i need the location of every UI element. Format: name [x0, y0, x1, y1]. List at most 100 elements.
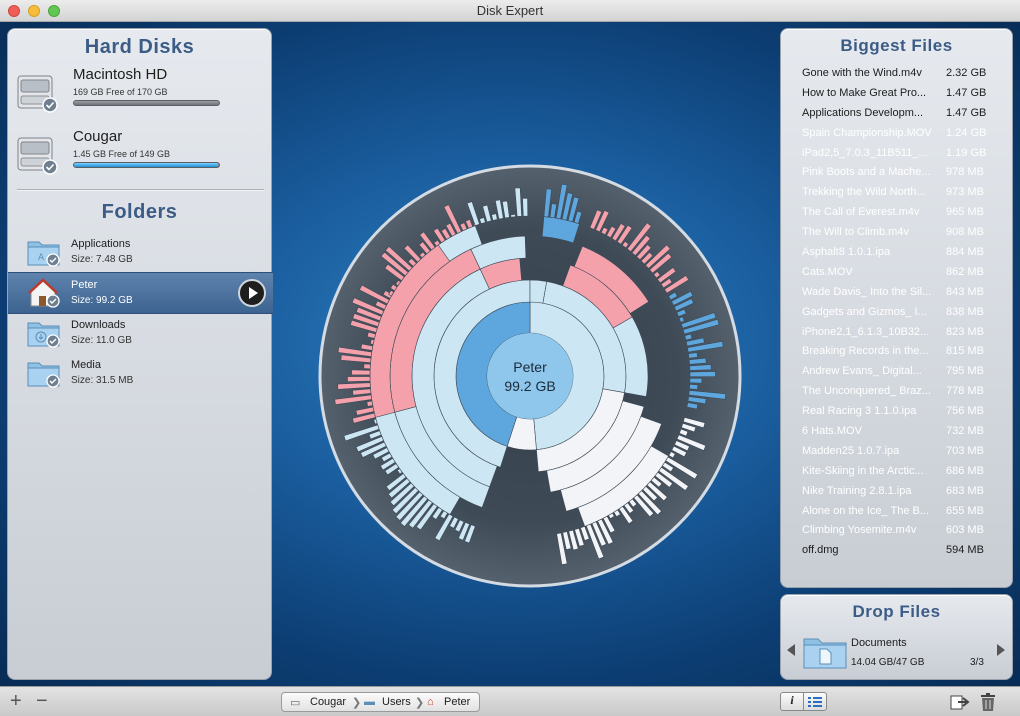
file-size: 908 MB — [946, 226, 984, 239]
file-row[interactable]: The Call of Everest.m4v 965 MB — [802, 206, 1002, 226]
file-row[interactable]: iPad2,5_7.0.3_11B511_... 1.19 GB — [802, 147, 1002, 167]
file-row[interactable]: Trekking the Wild North... 973 MB — [802, 186, 1002, 206]
file-size: 1.19 GB — [946, 146, 987, 159]
file-name: Nike Training 2.8.1.ipa — [802, 484, 912, 497]
folder-size: Size: 31.5 MB — [71, 375, 134, 386]
folder-item-peter[interactable]: Peter Size: 99.2 GB — [8, 272, 273, 314]
chart-segment[interactable] — [370, 339, 375, 345]
hard-disk-icon — [17, 137, 58, 175]
file-row[interactable]: Nike Training 2.8.1.ipa 683 MB — [802, 485, 1002, 505]
file-row[interactable]: Wade Davis_ Into the Sil... 843 MB — [802, 286, 1002, 306]
chart-segment[interactable] — [689, 364, 712, 371]
file-row[interactable]: Asphalt8 1.0.1.ipa 884 MB — [802, 246, 1002, 266]
file-row[interactable]: iPhone2,1_6.1.3_10B32... 823 MB — [802, 326, 1002, 346]
file-size: 756 MB — [946, 405, 984, 418]
disk-crumb-icon: ▭ — [290, 697, 301, 709]
file-row[interactable]: 6 Hats.MOV 732 MB — [802, 425, 1002, 445]
disk-macintosh-hd[interactable]: Macintosh HD 169 GB Free of 170 GB — [16, 66, 266, 118]
chart-segment[interactable] — [689, 377, 703, 384]
file-row[interactable]: The Will to Climb.m4v 908 MB — [802, 226, 1002, 246]
file-row[interactable]: off.dmg 594 MB — [802, 544, 1002, 564]
file-size: 655 MB — [946, 504, 984, 517]
next-arrow-icon[interactable] — [997, 644, 1005, 656]
title-bar: Disk Expert — [0, 0, 1020, 22]
file-name: The Unconquered_ Braz... — [802, 385, 932, 398]
file-row[interactable]: Gone with the Wind.m4v 2.32 GB — [802, 67, 1002, 87]
file-row[interactable]: How to Make Great Pro... 1.47 GB — [802, 87, 1002, 107]
chart-segment[interactable] — [522, 197, 529, 217]
folder-item-applications[interactable]: A Applications Size: 7.48 GB — [8, 232, 273, 272]
folder-item-downloads[interactable]: Downloads Size: 11.0 GB — [8, 313, 273, 353]
disk-usage-bar — [73, 100, 220, 106]
file-row[interactable]: Breaking Records in the... 815 MB — [802, 345, 1002, 365]
file-row[interactable]: Kite-Skiing in the Arctic... 686 MB — [802, 465, 1002, 485]
file-name: Gone with the Wind.m4v — [802, 67, 922, 79]
file-row[interactable]: Gadgets and Gizmos_ I... 838 MB — [802, 306, 1002, 326]
add-button[interactable]: + — [10, 691, 22, 711]
file-name: How to Make Great Pro... — [802, 86, 927, 99]
chevron-right-icon: ❯ — [352, 697, 362, 709]
chart-segment[interactable] — [689, 384, 699, 390]
file-name: Wade Davis_ Into the Sil... — [802, 285, 932, 298]
panel-divider — [17, 189, 264, 191]
info-button[interactable]: i — [780, 692, 804, 711]
file-row[interactable]: Pink Boots and a Mache... 978 MB — [802, 166, 1002, 186]
users-folder-icon: ▬ — [364, 696, 375, 708]
file-size: 884 MB — [946, 246, 984, 259]
chart-segment[interactable] — [347, 376, 371, 383]
file-size: 838 MB — [946, 305, 984, 318]
chart-segment[interactable] — [689, 371, 716, 377]
file-row[interactable]: Madden25 1.0.7.ipa 703 MB — [802, 445, 1002, 465]
file-row[interactable]: Applications Developm... 1.47 GB — [802, 107, 1002, 127]
file-row[interactable]: Real Racing 3 1.1.0.ipa 756 MB — [802, 405, 1002, 425]
sunburst-chart[interactable]: Peter 99.2 GB — [318, 164, 742, 588]
disk-usage-fill — [74, 163, 218, 167]
previous-arrow-icon[interactable] — [787, 644, 795, 656]
disk-free-space: 1.45 GB Free of 149 GB — [73, 149, 171, 159]
chart-segment[interactable] — [363, 363, 371, 370]
home-icon: ⌂ — [427, 696, 434, 708]
file-name: Alone on the Ice_ The B... — [802, 504, 929, 517]
trash-icon[interactable] — [978, 692, 998, 712]
file-size: 732 MB — [946, 425, 984, 438]
breadcrumb-item-cougar[interactable]: Cougar — [310, 696, 346, 708]
folder-name: Downloads — [71, 319, 126, 331]
drop-files-panel[interactable]: Drop Files Documents 14.04 GB/47 GB 3/3 — [780, 594, 1013, 680]
breadcrumb-item-users[interactable]: Users — [382, 696, 411, 708]
drop-folder-name: Documents — [851, 637, 907, 649]
file-size: 686 MB — [946, 464, 984, 477]
file-size: 683 MB — [946, 484, 984, 497]
center-name: Peter — [513, 359, 547, 375]
chart-segment[interactable] — [491, 213, 498, 221]
file-row[interactable]: Cats.MOV 862 MB — [802, 266, 1002, 286]
chart-segment[interactable] — [688, 352, 698, 359]
file-name: Gadgets and Gizmos_ I... — [802, 305, 927, 318]
remove-button[interactable]: − — [36, 691, 48, 711]
drop-page-count: 3/3 — [970, 657, 984, 668]
center-circle[interactable] — [487, 333, 573, 419]
reveal-in-finder-icon[interactable] — [949, 693, 971, 711]
file-row[interactable]: Alone on the Ice_ The B... 655 MB — [802, 505, 1002, 525]
chart-segment[interactable] — [510, 214, 516, 218]
file-size: 843 MB — [946, 285, 984, 298]
file-size: 965 MB — [946, 206, 984, 219]
file-size: 594 MB — [946, 544, 984, 557]
file-row[interactable]: The Unconquered_ Braz... 778 MB — [802, 385, 1002, 405]
folder-name: Applications — [71, 238, 131, 250]
file-size: 795 MB — [946, 365, 984, 378]
play-icon[interactable] — [238, 279, 266, 307]
file-row[interactable]: Spain Championship.MOV 1.24 GB — [802, 127, 1002, 147]
chart-segment[interactable] — [351, 369, 371, 376]
list-view-button[interactable] — [803, 692, 827, 711]
file-size: 862 MB — [946, 265, 984, 278]
file-name: Andrew Evans_ Digital... — [802, 365, 922, 378]
folder-item-media[interactable]: Media Size: 31.5 MB — [8, 353, 273, 393]
file-name: Real Racing 3 1.1.0.ipa — [802, 405, 917, 418]
chart-segment[interactable] — [366, 400, 374, 407]
file-row[interactable]: Climbing Yosemite.m4v 603 MB — [802, 524, 1002, 544]
file-row[interactable]: Andrew Evans_ Digital... 795 MB — [802, 365, 1002, 385]
center-size: 99.2 GB — [504, 378, 555, 394]
chevron-right-icon: ❯ — [415, 697, 425, 709]
disk-cougar[interactable]: Cougar 1.45 GB Free of 149 GB — [16, 128, 266, 180]
breadcrumb-item-peter[interactable]: Peter — [444, 696, 470, 708]
